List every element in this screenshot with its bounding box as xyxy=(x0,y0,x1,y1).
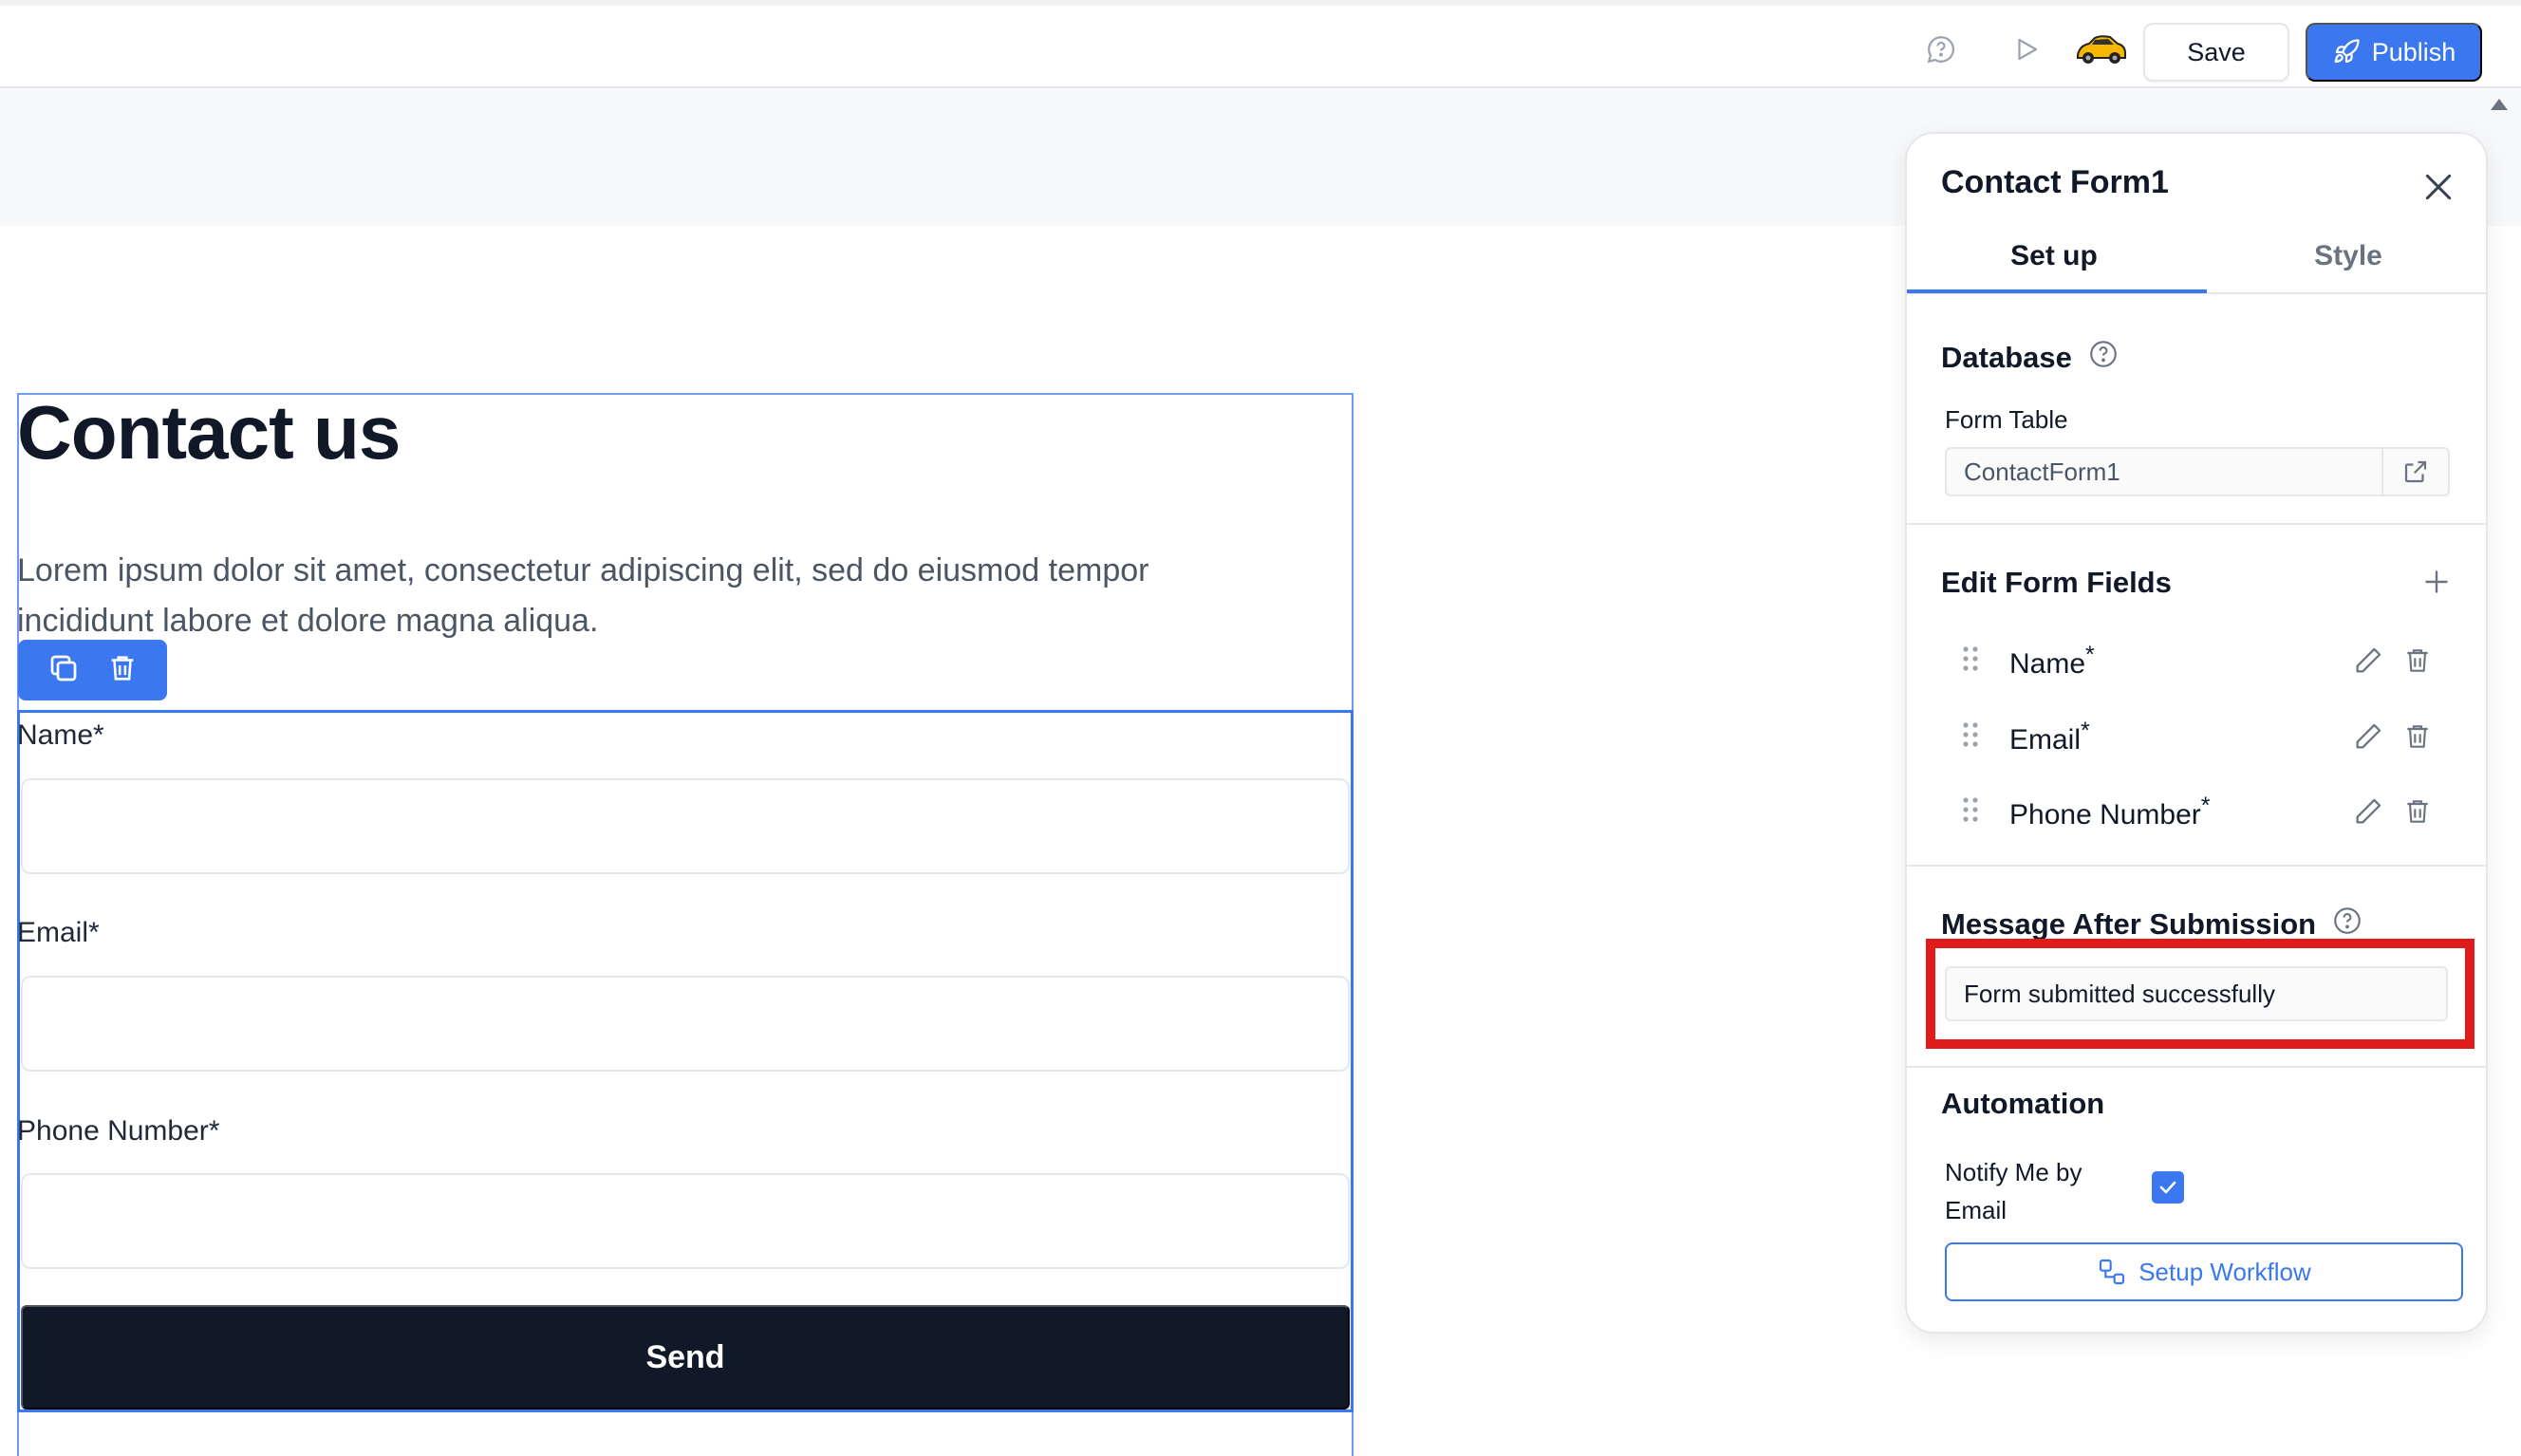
field-name-text: Email xyxy=(2009,723,2082,756)
drag-handle-icon[interactable] xyxy=(1962,720,1979,754)
form-field-row-name[interactable]: Name* xyxy=(1962,637,2437,684)
automation-title: Automation xyxy=(1941,1087,2105,1120)
edit-pencil-icon[interactable] xyxy=(2349,718,2387,756)
form-settings-panel: Contact Form1 Set up Style Database Form… xyxy=(1905,132,2488,1334)
edit-pencil-icon[interactable] xyxy=(2349,642,2387,680)
form-field-name: Name* xyxy=(2009,642,2338,681)
email-field-label: Email* xyxy=(17,917,100,948)
name-field-label: Name* xyxy=(17,719,104,751)
car-avatar-icon[interactable] xyxy=(2074,30,2127,68)
contact-paragraph[interactable]: Lorem ipsum dolor sit amet, consectetur … xyxy=(17,546,1289,646)
email-input[interactable] xyxy=(21,976,1350,1072)
database-help-icon[interactable] xyxy=(2087,338,2120,378)
tab-style[interactable]: Style xyxy=(2201,240,2486,272)
message-input[interactable]: Form submitted successfully xyxy=(1945,966,2448,1021)
message-title-text: Message After Submission xyxy=(1941,907,2317,941)
workflow-icon xyxy=(2100,1259,2125,1285)
field-name-text: Phone Number xyxy=(2009,798,2201,831)
form-table-value: ContactForm1 xyxy=(1964,457,2120,486)
rocket-icon xyxy=(2334,39,2360,64)
save-button[interactable]: Save xyxy=(2143,23,2289,82)
database-section-title: Database xyxy=(1941,338,2120,378)
external-link-icon[interactable] xyxy=(2381,449,2448,495)
publish-label: Publish xyxy=(2371,37,2456,66)
delete-block-icon[interactable] xyxy=(106,652,139,689)
form-table-input[interactable]: ContactForm1 xyxy=(1945,447,2450,496)
name-input[interactable] xyxy=(21,778,1350,874)
drag-handle-icon[interactable] xyxy=(1962,644,1979,678)
required-mark: * xyxy=(2085,641,2095,668)
form-table-label: Form Table xyxy=(1945,405,2068,434)
edit-fields-title: Edit Form Fields xyxy=(1941,566,2172,599)
trash-icon[interactable] xyxy=(2399,642,2437,680)
required-mark: * xyxy=(2081,717,2090,744)
setup-workflow-label: Setup Workflow xyxy=(2138,1257,2311,1286)
setup-workflow-button[interactable]: Setup Workflow xyxy=(1945,1242,2463,1301)
scroll-up-icon[interactable] xyxy=(2491,99,2508,110)
trash-icon[interactable] xyxy=(2399,718,2437,756)
divider-fields xyxy=(1907,865,2486,867)
edit-pencil-icon[interactable] xyxy=(2349,793,2387,831)
drag-handle-icon[interactable] xyxy=(1962,795,1979,829)
close-icon[interactable] xyxy=(2419,168,2457,206)
required-mark: * xyxy=(2200,792,2211,819)
preview-play-icon[interactable] xyxy=(2007,30,2045,68)
field-name-text: Name xyxy=(2009,647,2086,680)
phone-field-label: Phone Number* xyxy=(17,1115,220,1147)
notify-email-checkbox[interactable] xyxy=(2152,1171,2184,1204)
panel-title: Contact Form1 xyxy=(1941,164,2169,200)
form-field-row-phone[interactable]: Phone Number* xyxy=(1962,788,2437,835)
phone-input[interactable] xyxy=(21,1173,1350,1269)
tab-setup[interactable]: Set up xyxy=(1907,240,2201,272)
top-toolbar: Save Publish xyxy=(0,0,2521,88)
form-field-name: Phone Number* xyxy=(2009,793,2338,831)
database-title-text: Database xyxy=(1941,341,2072,374)
check-icon xyxy=(2159,1181,2176,1194)
divider-database xyxy=(1907,523,2486,525)
help-chat-icon[interactable] xyxy=(1922,30,1960,68)
form-field-name: Email* xyxy=(2009,718,2338,756)
send-button[interactable]: Send xyxy=(21,1305,1350,1409)
block-toolbar xyxy=(18,640,167,700)
trash-icon[interactable] xyxy=(2399,793,2437,831)
form-field-row-email[interactable]: Email* xyxy=(1962,713,2437,760)
divider-message xyxy=(1907,1066,2486,1068)
publish-button[interactable]: Publish xyxy=(2306,23,2482,82)
contact-heading[interactable]: Contact us xyxy=(17,389,401,476)
active-tab-indicator xyxy=(1907,289,2207,293)
duplicate-icon[interactable] xyxy=(47,651,81,690)
add-field-icon[interactable] xyxy=(2419,565,2457,603)
notify-email-label: Notify Me by Email xyxy=(1945,1158,2082,1224)
